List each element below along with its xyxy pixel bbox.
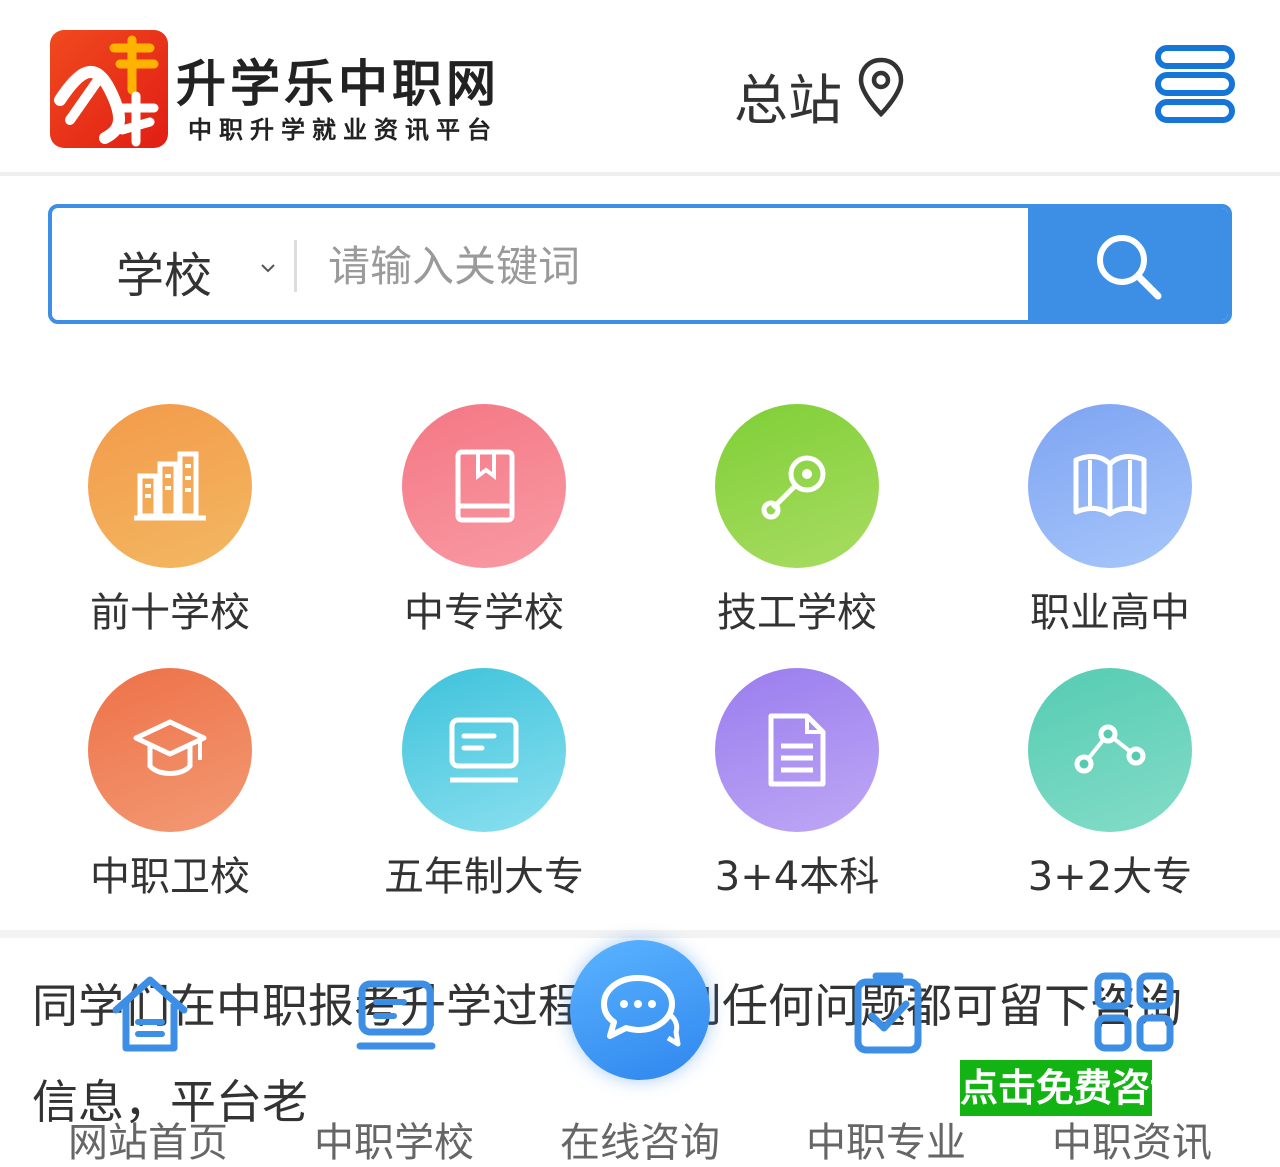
book-icon — [455, 449, 515, 523]
chevron-down-icon[interactable] — [260, 262, 276, 274]
category-3-plus-4-bachelor[interactable]: 3+4本科 — [677, 668, 917, 908]
search-type-select[interactable]: 学校 — [116, 236, 212, 306]
category-top-ten-schools[interactable]: 前十学校 — [50, 404, 290, 644]
site-header: 升学乐中职网 中职升学就业资讯平台 总站 — [0, 0, 1280, 176]
search-divider — [294, 240, 297, 292]
nav-label: 在线咨询 — [560, 1120, 720, 1166]
nodes-icon — [1074, 724, 1146, 774]
category-label: 技工学校 — [717, 590, 877, 636]
clipboard-check-icon — [854, 972, 922, 1054]
category-3-plus-2-college[interactable]: 3+2大专 — [990, 668, 1230, 908]
document-icon — [768, 713, 826, 787]
category-circle — [88, 404, 252, 568]
logo-mark[interactable] — [50, 30, 168, 148]
online-consult-button[interactable] — [570, 940, 710, 1080]
nav-label: 中职专业 — [806, 1120, 966, 1166]
category-secondary-schools[interactable]: 中专学校 — [364, 404, 604, 644]
chat-bubbles-icon — [601, 975, 681, 1047]
category-circle — [402, 668, 566, 832]
category-label: 3+4本科 — [714, 854, 880, 900]
search-input[interactable] — [328, 226, 1008, 306]
nav-label: 中职学校 — [314, 1120, 474, 1166]
site-name: 升学乐中职网 — [176, 54, 500, 113]
bottom-navigation: 网站首页 中职学校 在线咨询 中职专业 中职资讯 点击免费咨 — [0, 940, 1280, 1167]
hamburger-menu-icon[interactable] — [1154, 44, 1236, 124]
category-five-year-college[interactable]: 五年制大专 — [364, 668, 604, 908]
category-circle — [715, 404, 879, 568]
open-book-icon — [1073, 454, 1147, 517]
category-label: 中职卫校 — [90, 854, 250, 900]
graduation-cap-icon — [133, 719, 207, 776]
school-screen-icon — [356, 980, 436, 1050]
logo-brush-icon — [54, 35, 159, 147]
search-icon — [1097, 235, 1162, 300]
nav-label: 网站首页 — [68, 1120, 228, 1166]
map-pin-icon[interactable] — [856, 56, 906, 118]
category-label: 职业高中 — [1030, 590, 1190, 636]
site-tagline: 中职升学就业资讯平台 — [188, 115, 498, 144]
section-divider — [0, 930, 1280, 938]
nav-label: 中职资讯 — [1052, 1120, 1212, 1166]
search-button[interactable] — [1028, 208, 1228, 320]
free-consult-button[interactable]: 点击免费咨询 — [960, 1060, 1152, 1116]
station-selector[interactable]: 总站 — [734, 56, 842, 135]
category-technical-schools[interactable]: 技工学校 — [677, 404, 917, 644]
category-health-schools[interactable]: 中职卫校 — [50, 668, 290, 908]
monitor-icon — [449, 717, 519, 783]
home-icon — [112, 976, 188, 1052]
key-icon — [761, 455, 826, 520]
nav-item-home[interactable]: 网站首页 — [20, 960, 276, 1167]
category-label: 五年制大专 — [384, 854, 584, 900]
category-label: 中专学校 — [404, 590, 564, 636]
category-circle — [1028, 404, 1192, 568]
category-circle — [1028, 668, 1192, 832]
category-circle — [402, 404, 566, 568]
category-circle — [715, 668, 879, 832]
category-vocational-high[interactable]: 职业高中 — [990, 404, 1230, 644]
grid-icon — [1094, 972, 1174, 1052]
search-bar: 学校 — [48, 204, 1232, 324]
nav-item-schools[interactable]: 中职学校 — [266, 960, 522, 1167]
buildings-icon — [134, 451, 206, 521]
category-circle — [88, 668, 252, 832]
category-label: 3+2大专 — [1027, 854, 1193, 900]
category-label: 前十学校 — [90, 590, 250, 636]
